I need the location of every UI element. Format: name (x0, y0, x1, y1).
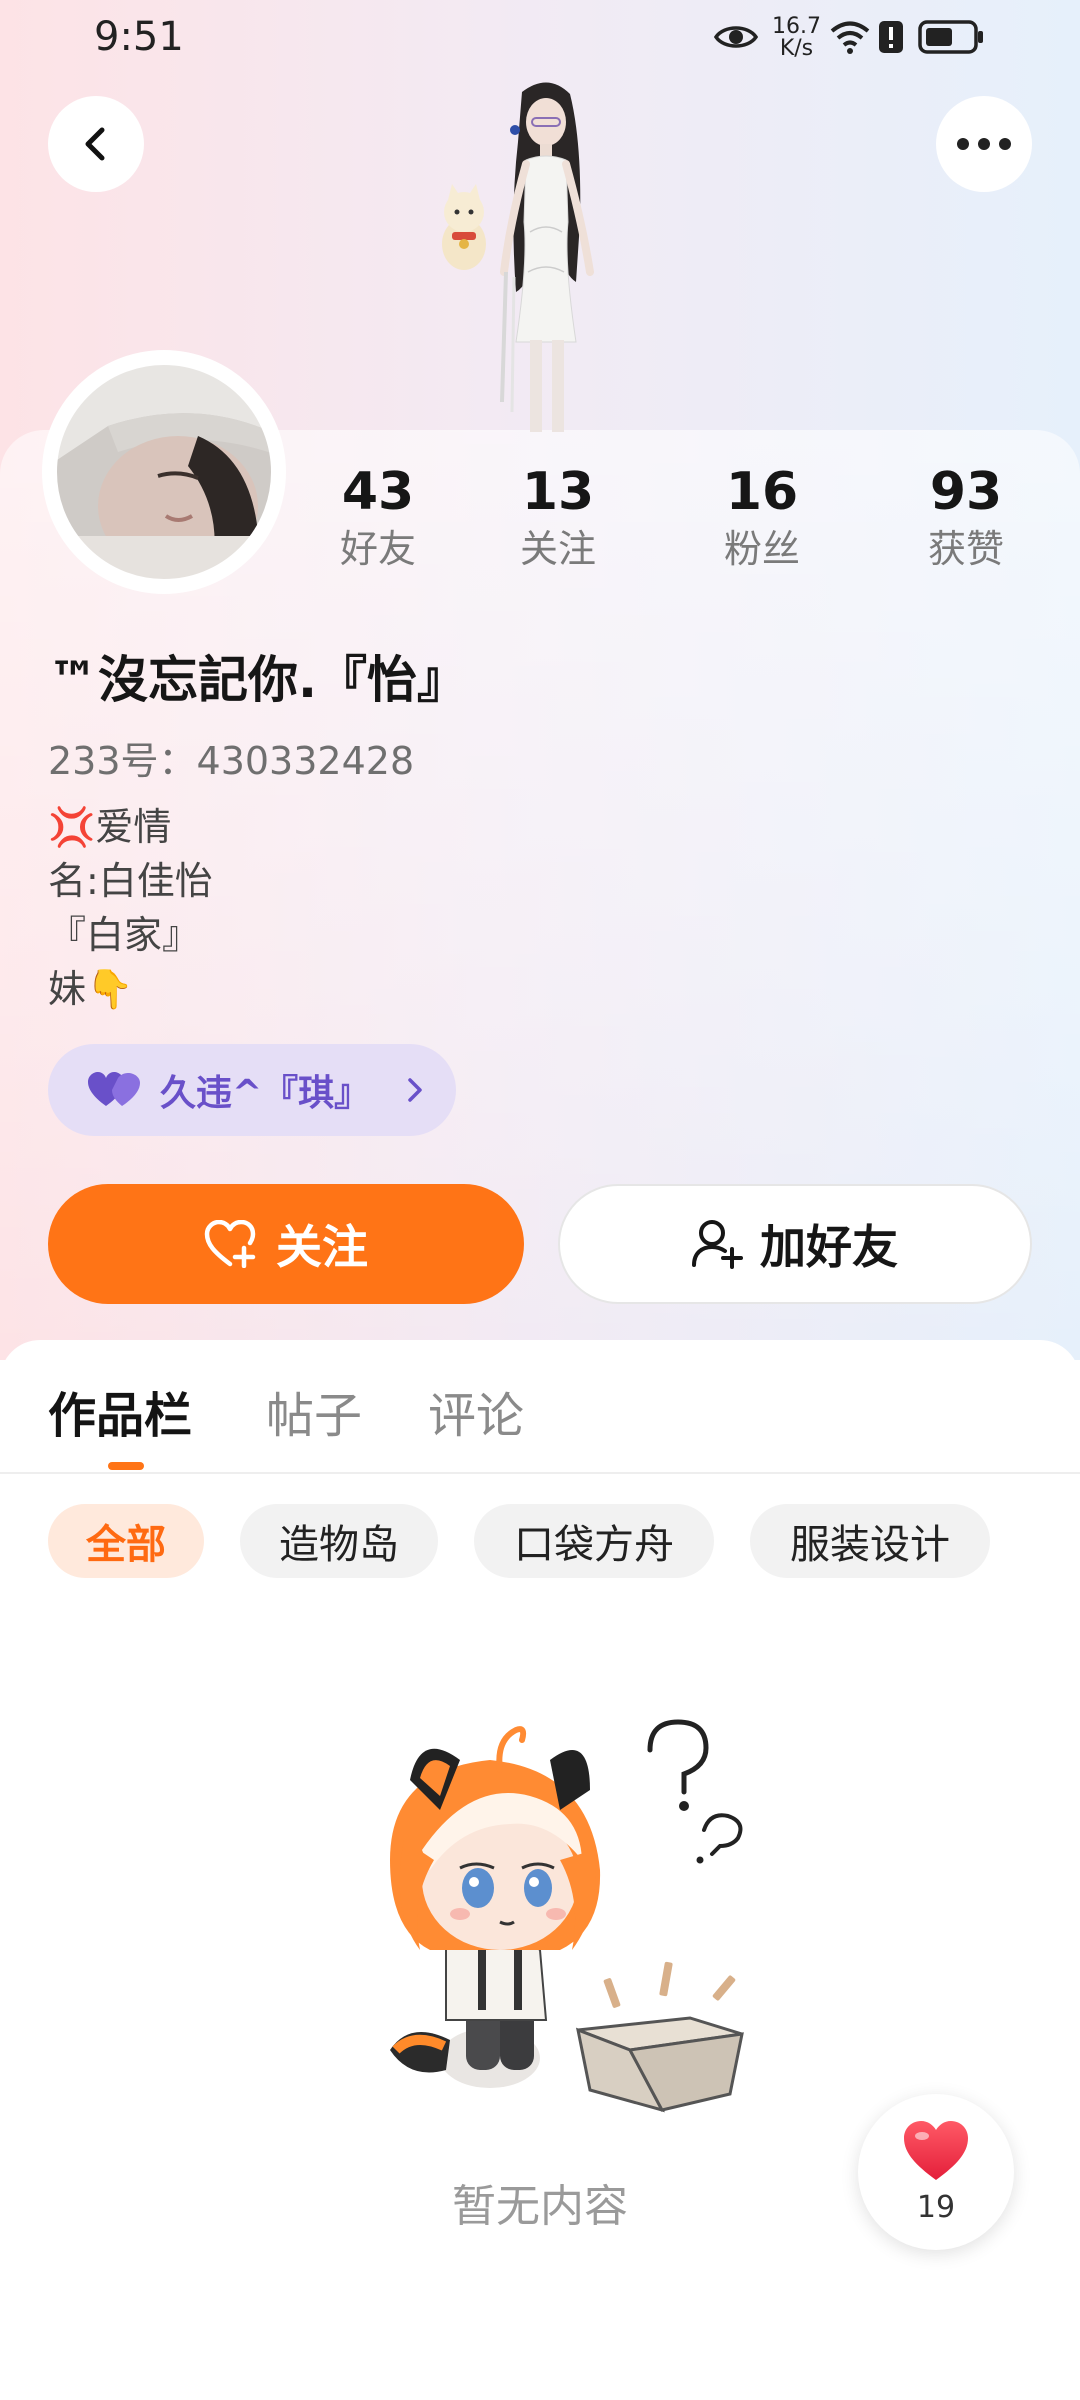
stat-label: 关注 (519, 527, 596, 571)
status-time: 9:51 (94, 14, 184, 60)
empty-state-illustration (390, 1719, 744, 2113)
filter-all[interactable]: 全部 (48, 1504, 204, 1578)
tab-posts[interactable]: 帖子 (266, 1376, 362, 1446)
avatar-photo (51, 359, 277, 585)
bio-line: 妹👇 (48, 967, 134, 1011)
stat-value: 16 (725, 462, 799, 522)
tab-indicator (108, 1462, 144, 1470)
stat-value: 93 (929, 462, 1003, 522)
relation-tag-label: 久违^『琪』 (160, 1073, 371, 1114)
speed-value: 16.7 (772, 14, 821, 39)
filter-pocket-ark[interactable]: 口袋方舟 (474, 1504, 714, 1578)
stat-value: 43 (341, 462, 415, 522)
bio-line: 💢爱情 (48, 805, 172, 849)
tab-works[interactable]: 作品栏 (48, 1376, 192, 1446)
bio-line: 『白家』 (48, 913, 201, 957)
avatar-character-figure (442, 82, 594, 432)
speed-unit: K/s (779, 36, 814, 61)
network-speed: 16.7 K/s (772, 16, 821, 60)
stat-likes[interactable]: 93 获赞 (896, 462, 1036, 576)
like-floating-button[interactable]: 19 (858, 2094, 1014, 2250)
stat-following[interactable]: 13 关注 (488, 462, 628, 576)
stat-label: 好友 (339, 527, 416, 571)
tab-divider (0, 1472, 1080, 1474)
add-friend-label: 加好友 (760, 1220, 898, 1274)
heart-icon (904, 2121, 968, 2180)
follow-button[interactable]: 关注 (48, 1184, 524, 1304)
stat-label: 粉丝 (723, 527, 800, 571)
profile-name: ™沒忘記你.『怡』 (48, 651, 467, 709)
double-heart-icon (88, 1072, 140, 1106)
stat-value: 13 (521, 462, 595, 522)
profile-id[interactable]: 233号：430332428 (48, 730, 414, 785)
avatar[interactable] (48, 356, 280, 588)
chevron-left-icon (85, 127, 105, 161)
tab-comments[interactable]: 评论 (428, 1376, 524, 1446)
like-count: 19 (916, 2190, 956, 2225)
more-dots-icon (957, 138, 1011, 150)
battery-icon (918, 20, 983, 54)
stat-label: 获赞 (927, 527, 1004, 571)
add-user-icon (692, 1220, 743, 1269)
more-button[interactable] (936, 96, 1032, 192)
wifi-icon (830, 21, 870, 54)
relation-tag[interactable]: 久违^『琪』 (48, 1044, 456, 1136)
alert-icon (879, 21, 903, 53)
filter-fashion-design[interactable]: 服装设计 (750, 1504, 990, 1578)
eye-icon (714, 26, 758, 48)
status-bar: 9:51 16.7 K/s (0, 0, 1080, 80)
profile-bio: 💢爱情 名:白佳怡 『白家』 妹👇 (48, 800, 213, 1016)
back-button[interactable] (48, 96, 144, 192)
heart-plus-icon (204, 1220, 256, 1268)
stat-friends[interactable]: 43 好友 (308, 462, 448, 576)
add-friend-button[interactable]: 加好友 (558, 1184, 1032, 1304)
chevron-right-icon (408, 1078, 422, 1102)
follow-label: 关注 (276, 1220, 368, 1274)
stat-followers[interactable]: 16 粉丝 (692, 462, 832, 576)
filter-creation-island[interactable]: 造物岛 (240, 1504, 438, 1578)
bio-line: 名:白佳怡 (48, 859, 213, 903)
